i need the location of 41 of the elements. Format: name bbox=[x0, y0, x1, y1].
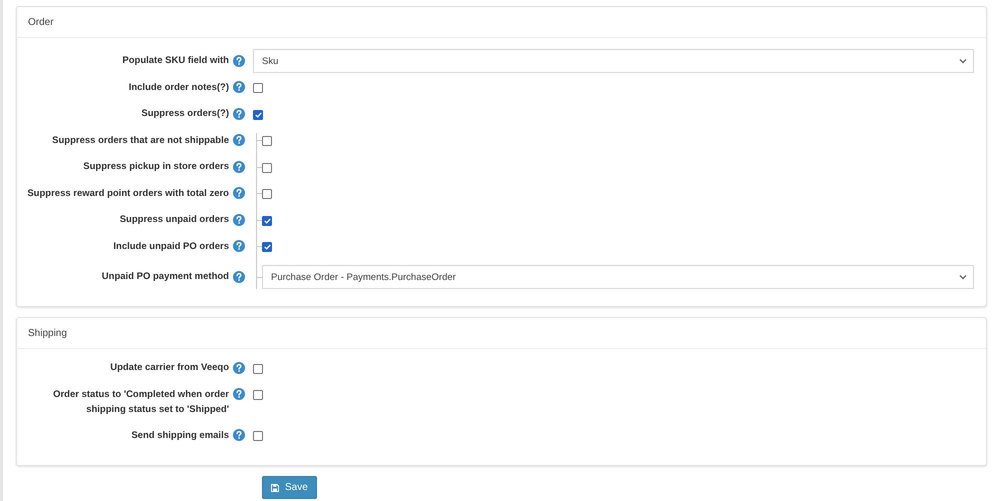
checkbox[interactable] bbox=[262, 216, 272, 226]
field-label: Suppress unpaid orders bbox=[120, 213, 229, 227]
help-icon[interactable] bbox=[233, 270, 245, 282]
field-label: Order status to 'Completed when order shipping status set to 'Shipped' bbox=[52, 388, 229, 416]
help-icon[interactable] bbox=[233, 187, 245, 199]
field-label: Populate SKU field with bbox=[122, 54, 229, 68]
help-icon[interactable] bbox=[233, 160, 245, 172]
help-icon[interactable] bbox=[233, 362, 245, 374]
checkbox[interactable] bbox=[253, 364, 263, 374]
help-icon[interactable] bbox=[233, 429, 245, 441]
checkbox[interactable] bbox=[253, 110, 263, 120]
help-icon[interactable] bbox=[233, 214, 245, 226]
checkbox[interactable] bbox=[262, 242, 272, 252]
checkbox[interactable] bbox=[262, 189, 272, 199]
field-label: Suppress reward point orders with total zero bbox=[27, 186, 229, 200]
help-icon[interactable] bbox=[233, 240, 245, 252]
help-icon[interactable] bbox=[233, 388, 245, 400]
field-label: Send shipping emails bbox=[131, 428, 229, 442]
help-icon[interactable] bbox=[233, 54, 245, 66]
checkbox[interactable] bbox=[262, 162, 272, 172]
save-button[interactable]: Save bbox=[262, 476, 317, 499]
field-label: Suppress pickup in store orders bbox=[83, 160, 229, 174]
field-label: Include unpaid PO orders bbox=[113, 240, 229, 254]
caret-icon bbox=[959, 274, 967, 280]
field-label: Update carrier from Veeqo bbox=[110, 361, 229, 375]
select-field[interactable]: Purchase Order - Payments.PurchaseOrder bbox=[262, 265, 974, 289]
checkbox[interactable] bbox=[253, 431, 263, 441]
field-label: Suppress orders that are not shippable bbox=[52, 134, 229, 148]
checkbox[interactable] bbox=[253, 83, 263, 93]
help-icon[interactable] bbox=[233, 108, 245, 120]
checkbox[interactable] bbox=[262, 136, 272, 146]
field-label: Suppress orders(?) bbox=[141, 107, 229, 121]
card-title: Order bbox=[28, 16, 54, 28]
caret-icon bbox=[959, 58, 967, 64]
help-icon[interactable] bbox=[233, 134, 245, 146]
field-label: Unpaid PO payment method bbox=[102, 270, 229, 284]
field-label: Include order notes(?) bbox=[128, 80, 229, 94]
checkbox[interactable] bbox=[253, 390, 263, 400]
select-field[interactable]: Sku bbox=[253, 49, 974, 73]
card-title: Shipping bbox=[28, 328, 67, 338]
help-icon[interactable] bbox=[233, 81, 245, 93]
